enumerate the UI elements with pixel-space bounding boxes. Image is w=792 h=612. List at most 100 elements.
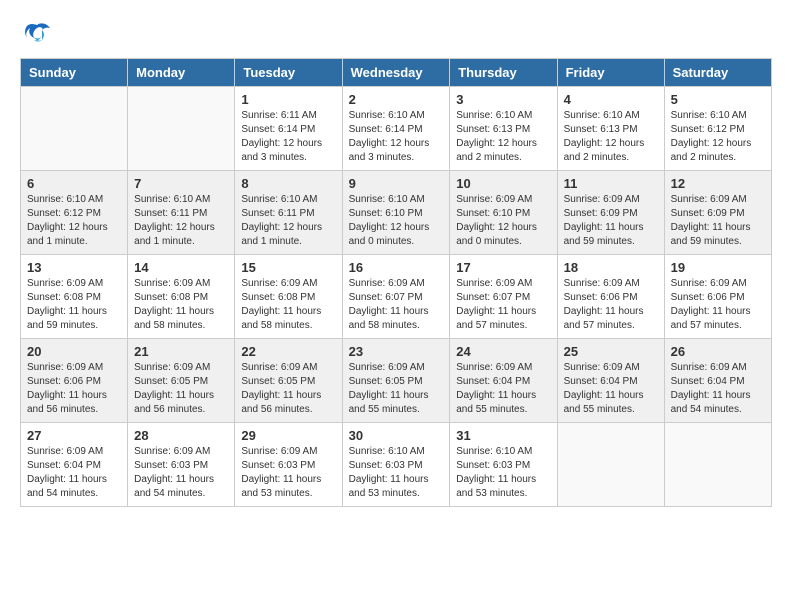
day-detail: Sunrise: 6:09 AM Sunset: 6:08 PM Dayligh… [134, 277, 228, 333]
day-number: 20 [27, 344, 121, 359]
calendar-cell: 1 Sunrise: 6:11 AM Sunset: 6:14 PM Daylig… [235, 87, 342, 171]
calendar-cell: 27 Sunrise: 6:09 AM Sunset: 6:04 PM Dayli… [21, 423, 128, 507]
calendar-cell: 14Sunrise: 6:09 AM Sunset: 6:08 PM Dayli… [128, 255, 235, 339]
calendar-cell: 7 Sunrise: 6:10 AM Sunset: 6:11 PM Daylig… [128, 171, 235, 255]
calendar-week-row: 6 Sunrise: 6:10 AM Sunset: 6:12 PM Daylig… [21, 171, 772, 255]
calendar-cell: 29 Sunrise: 6:09 AM Sunset: 6:03 PM Dayli… [235, 423, 342, 507]
day-detail: Sunrise: 6:09 AM Sunset: 6:05 PM Dayligh… [349, 361, 444, 417]
day-detail: Sunrise: 6:09 AM Sunset: 6:04 PM Dayligh… [564, 361, 658, 417]
calendar-cell: 8 Sunrise: 6:10 AM Sunset: 6:11 PM Daylig… [235, 171, 342, 255]
day-number: 5 [671, 92, 765, 107]
calendar-cell: 17Sunrise: 6:09 AM Sunset: 6:07 PM Dayli… [450, 255, 557, 339]
weekday-header-sunday: Sunday [21, 59, 128, 87]
day-detail: Sunrise: 6:09 AM Sunset: 6:03 PM Dayligh… [134, 445, 228, 501]
day-detail: Sunrise: 6:09 AM Sunset: 6:06 PM Dayligh… [27, 361, 121, 417]
day-number: 23 [349, 344, 444, 359]
day-detail: Sunrise: 6:10 AM Sunset: 6:03 PM Dayligh… [349, 445, 444, 501]
calendar-cell: 6 Sunrise: 6:10 AM Sunset: 6:12 PM Daylig… [21, 171, 128, 255]
weekday-header-thursday: Thursday [450, 59, 557, 87]
calendar-cell: 15Sunrise: 6:09 AM Sunset: 6:08 PM Dayli… [235, 255, 342, 339]
day-detail: Sunrise: 6:09 AM Sunset: 6:06 PM Dayligh… [564, 277, 658, 333]
day-number: 2 [349, 92, 444, 107]
calendar-cell [128, 87, 235, 171]
calendar-cell: 19Sunrise: 6:09 AM Sunset: 6:06 PM Dayli… [664, 255, 771, 339]
day-number: 29 [241, 428, 335, 443]
day-number: 28 [134, 428, 228, 443]
weekday-header-row: SundayMondayTuesdayWednesdayThursdayFrid… [21, 59, 772, 87]
calendar-cell: 24 Sunrise: 6:09 AM Sunset: 6:04 PM Dayli… [450, 339, 557, 423]
day-detail: Sunrise: 6:10 AM Sunset: 6:11 PM Dayligh… [134, 193, 228, 249]
calendar-cell: 11 Sunrise: 6:09 AM Sunset: 6:09 PM Dayli… [557, 171, 664, 255]
day-number: 27 [27, 428, 121, 443]
day-detail: Sunrise: 6:10 AM Sunset: 6:11 PM Dayligh… [241, 193, 335, 249]
day-number: 21 [134, 344, 228, 359]
weekday-header-friday: Friday [557, 59, 664, 87]
logo [20, 20, 52, 48]
day-detail: Sunrise: 6:09 AM Sunset: 6:09 PM Dayligh… [671, 193, 765, 249]
day-number: 6 [27, 176, 121, 191]
calendar-cell: 2 Sunrise: 6:10 AM Sunset: 6:14 PM Daylig… [342, 87, 450, 171]
day-detail: Sunrise: 6:11 AM Sunset: 6:14 PM Dayligh… [241, 109, 335, 165]
day-number: 3 [456, 92, 550, 107]
day-number: 11 [564, 176, 658, 191]
weekday-header-wednesday: Wednesday [342, 59, 450, 87]
calendar-cell: 21 Sunrise: 6:09 AM Sunset: 6:05 PM Dayli… [128, 339, 235, 423]
day-number: 13 [27, 260, 121, 275]
day-number: 31 [456, 428, 550, 443]
calendar-cell: 20 Sunrise: 6:09 AM Sunset: 6:06 PM Dayli… [21, 339, 128, 423]
day-number: 10 [456, 176, 550, 191]
calendar-cell: 10Sunrise: 6:09 AM Sunset: 6:10 PM Dayli… [450, 171, 557, 255]
day-number: 25 [564, 344, 658, 359]
calendar-cell: 4Sunrise: 6:10 AM Sunset: 6:13 PM Daylig… [557, 87, 664, 171]
calendar-cell: 13 Sunrise: 6:09 AM Sunset: 6:08 PM Dayli… [21, 255, 128, 339]
day-detail: Sunrise: 6:10 AM Sunset: 6:12 PM Dayligh… [671, 109, 765, 165]
day-detail: Sunrise: 6:09 AM Sunset: 6:07 PM Dayligh… [349, 277, 444, 333]
day-detail: Sunrise: 6:09 AM Sunset: 6:04 PM Dayligh… [456, 361, 550, 417]
day-detail: Sunrise: 6:09 AM Sunset: 6:04 PM Dayligh… [27, 445, 121, 501]
day-number: 15 [241, 260, 335, 275]
calendar-week-row: 27 Sunrise: 6:09 AM Sunset: 6:04 PM Dayli… [21, 423, 772, 507]
day-detail: Sunrise: 6:09 AM Sunset: 6:04 PM Dayligh… [671, 361, 765, 417]
weekday-header-saturday: Saturday [664, 59, 771, 87]
calendar-cell: 12Sunrise: 6:09 AM Sunset: 6:09 PM Dayli… [664, 171, 771, 255]
day-detail: Sunrise: 6:10 AM Sunset: 6:12 PM Dayligh… [27, 193, 121, 249]
day-detail: Sunrise: 6:09 AM Sunset: 6:03 PM Dayligh… [241, 445, 335, 501]
day-detail: Sunrise: 6:09 AM Sunset: 6:05 PM Dayligh… [241, 361, 335, 417]
day-number: 7 [134, 176, 228, 191]
day-detail: Sunrise: 6:09 AM Sunset: 6:09 PM Dayligh… [564, 193, 658, 249]
day-detail: Sunrise: 6:09 AM Sunset: 6:08 PM Dayligh… [27, 277, 121, 333]
calendar-cell: 5 Sunrise: 6:10 AM Sunset: 6:12 PM Daylig… [664, 87, 771, 171]
day-number: 9 [349, 176, 444, 191]
calendar-week-row: 20 Sunrise: 6:09 AM Sunset: 6:06 PM Dayli… [21, 339, 772, 423]
day-detail: Sunrise: 6:09 AM Sunset: 6:05 PM Dayligh… [134, 361, 228, 417]
logo-bird-icon [22, 20, 52, 48]
day-number: 22 [241, 344, 335, 359]
day-detail: Sunrise: 6:10 AM Sunset: 6:03 PM Dayligh… [456, 445, 550, 501]
calendar-cell: 23 Sunrise: 6:09 AM Sunset: 6:05 PM Dayli… [342, 339, 450, 423]
calendar-cell: 9 Sunrise: 6:10 AM Sunset: 6:10 PM Daylig… [342, 171, 450, 255]
day-number: 26 [671, 344, 765, 359]
calendar-cell: 25 Sunrise: 6:09 AM Sunset: 6:04 PM Dayli… [557, 339, 664, 423]
calendar-week-row: 13 Sunrise: 6:09 AM Sunset: 6:08 PM Dayli… [21, 255, 772, 339]
calendar-cell [557, 423, 664, 507]
day-detail: Sunrise: 6:10 AM Sunset: 6:14 PM Dayligh… [349, 109, 444, 165]
calendar-cell: 26 Sunrise: 6:09 AM Sunset: 6:04 PM Dayli… [664, 339, 771, 423]
header [20, 20, 772, 48]
day-detail: Sunrise: 6:10 AM Sunset: 6:13 PM Dayligh… [564, 109, 658, 165]
day-detail: Sunrise: 6:09 AM Sunset: 6:06 PM Dayligh… [671, 277, 765, 333]
day-number: 30 [349, 428, 444, 443]
day-number: 8 [241, 176, 335, 191]
calendar-week-row: 1 Sunrise: 6:11 AM Sunset: 6:14 PM Daylig… [21, 87, 772, 171]
calendar-cell: 31 Sunrise: 6:10 AM Sunset: 6:03 PM Dayli… [450, 423, 557, 507]
calendar-cell: 3 Sunrise: 6:10 AM Sunset: 6:13 PM Daylig… [450, 87, 557, 171]
calendar-cell: 28 Sunrise: 6:09 AM Sunset: 6:03 PM Dayli… [128, 423, 235, 507]
day-number: 24 [456, 344, 550, 359]
weekday-header-monday: Monday [128, 59, 235, 87]
weekday-header-tuesday: Tuesday [235, 59, 342, 87]
day-detail: Sunrise: 6:10 AM Sunset: 6:10 PM Dayligh… [349, 193, 444, 249]
day-number: 1 [241, 92, 335, 107]
day-detail: Sunrise: 6:10 AM Sunset: 6:13 PM Dayligh… [456, 109, 550, 165]
day-detail: Sunrise: 6:09 AM Sunset: 6:07 PM Dayligh… [456, 277, 550, 333]
calendar-cell: 16Sunrise: 6:09 AM Sunset: 6:07 PM Dayli… [342, 255, 450, 339]
day-number: 18 [564, 260, 658, 275]
